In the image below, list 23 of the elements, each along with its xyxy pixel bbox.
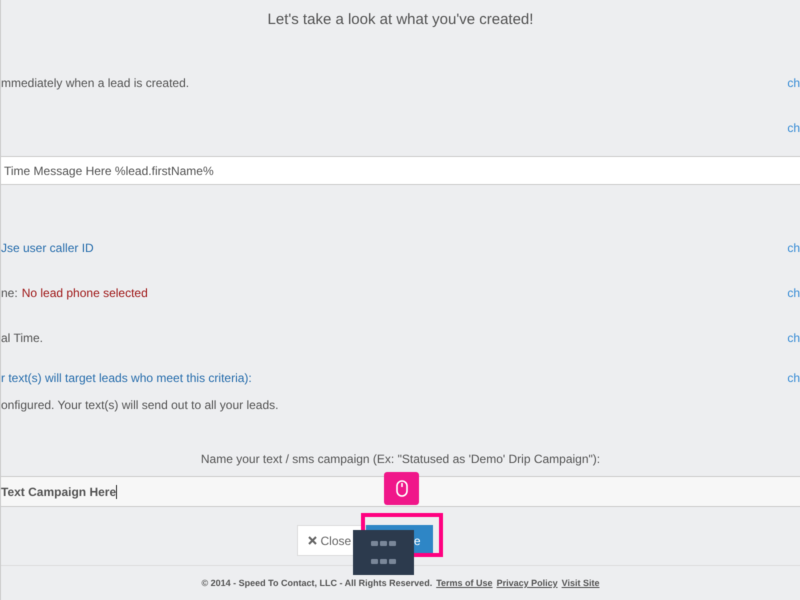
change-link[interactable]: ch — [787, 371, 800, 385]
change-link[interactable]: ch — [787, 76, 800, 90]
footer-link[interactable]: Terms of Use — [436, 578, 493, 588]
summary-text: Jse user caller ID — [1, 240, 95, 254]
page-title: Let's take a look at what you've created! — [266, 10, 534, 30]
keyboard-icon — [370, 540, 396, 564]
summary-text: mmediately when a lead is created. — [1, 76, 190, 90]
summary-text: al Time. — [1, 330, 44, 344]
change-link[interactable]: ch — [787, 286, 800, 300]
footer-link[interactable]: Privacy Policy — [496, 578, 558, 588]
campaign-name-field[interactable]: Text Campaign Here — [1, 476, 800, 507]
campaign-name-label: Name your text / sms campaign (Ex: "Statused as 'Demo' Drip Campaign"): — [200, 452, 602, 466]
message-field[interactable]: Time Message Here %lead.firstName% — [1, 156, 800, 185]
change-link[interactable]: ch — [787, 120, 800, 134]
summary-text: ne: No lead phone selected — [1, 286, 149, 300]
summary-text: r text(s) will target leads who meet this criteria): — [1, 371, 253, 385]
copyright-text: © 2014 - Speed To Contact, LLC - All Rights Reserved. — [202, 578, 432, 588]
close-icon — [308, 536, 316, 545]
change-link[interactable]: ch — [787, 330, 800, 344]
footer-link[interactable]: Visit Site — [562, 578, 600, 588]
mouse-icon — [396, 480, 408, 497]
summary-note: onfigured. Your text(s) will send out to all your leads. — [1, 398, 280, 412]
change-link[interactable]: ch — [787, 240, 800, 254]
